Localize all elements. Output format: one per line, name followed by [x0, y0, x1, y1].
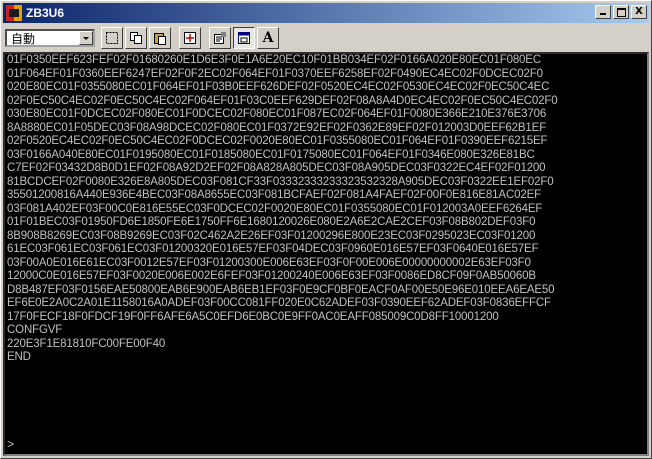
font-button[interactable]: A	[257, 27, 279, 49]
console-line: 81BCDCEF02F0080E326E8A805DEC03F081CF33F0…	[7, 175, 554, 188]
fullscreen-icon	[184, 32, 196, 44]
console-lines: 01F0350EEF623FEF02F01680260E1D6E3F0E1A6E…	[5, 54, 647, 365]
console-line: 220E3F1E81810FC00FE00F40	[7, 337, 166, 350]
console-output[interactable]: 01F0350EEF623FEF02F01680260E1D6E3F0E1A6E…	[3, 52, 649, 456]
console-line: 8B908B8269EC03F08B9269EC03F02C462A2E26EF…	[7, 229, 536, 242]
window-title: ZB3U6	[26, 6, 65, 20]
app-window: ZB3U6 X 自動 A 01F0350EEF623FEF02F01680260…	[0, 0, 652, 459]
console-line: 03F00A0E016E61EC03F0012E57EF03F01200300E…	[7, 256, 531, 269]
app-icon[interactable]	[6, 5, 22, 21]
background-button[interactable]	[233, 27, 255, 49]
chevron-down-icon[interactable]	[79, 31, 93, 45]
background-icon	[238, 32, 250, 44]
mark-button[interactable]	[101, 27, 123, 49]
mode-select[interactable]: 自動	[5, 29, 95, 47]
console-line: 12000C0E016E57EF03F0020E006E002E6FEF03F0…	[7, 270, 536, 282]
maximize-button[interactable]	[613, 5, 629, 19]
console-line: 020E80EC01F0355080EC01F064EF01F03B0EEF62…	[7, 81, 550, 93]
window-controls: X	[593, 5, 647, 19]
font-icon: A	[262, 30, 274, 46]
console-line: 03F081A402EF03F00C0E816E55EC03F0DCEC02F0…	[7, 202, 543, 215]
console-line: C7EF02F03432D8B0D1EF02F08A92D2EF02F08A82…	[7, 162, 546, 174]
copy-icon	[130, 32, 142, 44]
console-line: 01F064EF01F0360EEF6247EF02F0F2EC02F064EF…	[7, 67, 543, 80]
select-rect-icon	[106, 32, 118, 44]
console-line: D8B487EF03F0156EAE50800EAB6E900EAB6EB1EF…	[7, 283, 555, 296]
command-prompt[interactable]: >	[7, 438, 14, 452]
console-line: 17F0FECF18F0FDCF19F0FF6AFE6A5C0EFD6E0BC0…	[7, 310, 499, 323]
paste-button[interactable]	[149, 27, 171, 49]
console-line: 61EC03F061EC03F061EC03F01200320E016E57EF…	[7, 243, 539, 255]
console-line: 02F0520EC4EC02F0EC50C4EC02F0DCEC02F0020E…	[7, 135, 548, 147]
console-line: END	[7, 351, 31, 363]
console-line: 030E80EC01F0DCEC02F080EC01F0DCEC02F080EC…	[7, 108, 547, 120]
title-bar[interactable]: ZB3U6 X	[3, 3, 649, 23]
console-line: 8A8880EC01F05DEC03F08A98DCEC02F080EC01F0…	[7, 121, 547, 134]
properties-icon	[214, 32, 226, 44]
mode-select-value: 自動	[11, 31, 36, 46]
toolbar: 自動 A	[3, 25, 649, 51]
console-line: CONFGVF	[7, 324, 63, 336]
paste-icon	[154, 33, 166, 45]
properties-button[interactable]	[209, 27, 231, 49]
console-line: 02F0EC50C4EC02F0EC50C4EC02F064EF01F03C0E…	[7, 94, 558, 107]
fullscreen-button[interactable]	[179, 27, 201, 49]
console-line: 01F01BEC03F01950FD6E1850FE6E1750FF6E1680…	[7, 216, 536, 228]
copy-button[interactable]	[125, 27, 147, 49]
console-line: 35501200816A440E936E4BEC03F08A8655EC03F0…	[7, 189, 541, 201]
console-line: 03F0166A040E80EC01F0195080EC01F0185080EC…	[7, 148, 535, 161]
console-line: EF6E0E2A0C2A01E1158016A0ADEF03F00CC081FF…	[7, 297, 551, 309]
minimize-button[interactable]	[595, 5, 611, 19]
console-line: 01F0350EEF623FEF02F01680260E1D6E3F0E1A6E…	[7, 54, 541, 66]
close-button[interactable]: X	[631, 5, 647, 19]
